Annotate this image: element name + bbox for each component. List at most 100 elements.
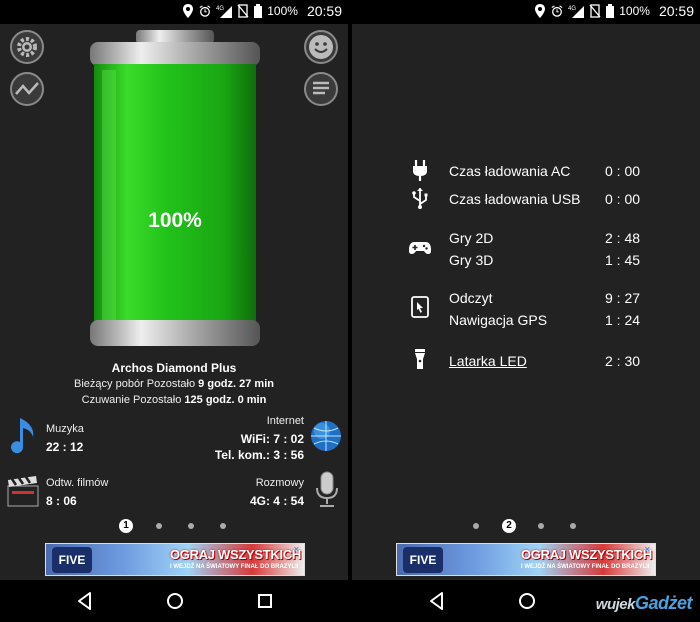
face-button[interactable] [304, 30, 338, 64]
usb-icon [412, 188, 428, 209]
location-icon [183, 4, 194, 18]
video-label: Odtw. filmów [46, 477, 109, 489]
battery-percent-status: 100% [267, 4, 298, 18]
standby-label: Czuwanie Pozostało [81, 394, 182, 406]
ac-charging-value: 0 : 00 [605, 163, 641, 179]
ad-close-icon[interactable]: ✕ [293, 545, 302, 554]
location-icon [535, 4, 546, 18]
gear-icon [17, 37, 37, 57]
music-value: 22 : 12 [46, 440, 84, 454]
watermark-logo: wujekGadżet [595, 593, 693, 614]
music-label: Muzyka [46, 423, 84, 435]
battery-screen-page-1: 4G 100% 20:59 100% Archos Diamond Plus B… [0, 0, 348, 622]
page-dot-3[interactable] [538, 523, 544, 529]
games-3d-value: 1 : 45 [605, 252, 641, 268]
flashlight-value: 2 : 30 [605, 353, 641, 369]
network-type-label: 4G [216, 6, 224, 12]
calls-label: Rozmowy [255, 477, 304, 489]
home-icon[interactable] [164, 590, 186, 612]
standby-value: 125 godz. 0 min [184, 394, 267, 406]
alarm-icon [199, 5, 211, 17]
battery-status-icon [254, 4, 263, 18]
current-usage-label: Bieżący pobór Pozostało [74, 378, 196, 390]
battery-screen-page-2: 4G 100% 20:59 Czas ładowania AC 0 : 00 C… [352, 0, 700, 622]
line-chart-icon [15, 82, 39, 95]
settings-button[interactable] [10, 30, 44, 64]
flashlight-icon [415, 349, 425, 369]
usb-charging-label: Czas ładowania USB [449, 191, 581, 207]
back-icon[interactable] [426, 590, 448, 612]
ac-charging-label: Czas ładowania AC [449, 163, 571, 179]
clapperboard-icon [7, 476, 39, 507]
usb-charging-value: 0 : 00 [605, 191, 641, 207]
calls-stat: Rozmowy 4G: 4 : 54 [250, 477, 304, 508]
battery-percent-status: 100% [619, 4, 650, 18]
network-type-label: 4G [568, 6, 576, 12]
alarm-icon [551, 5, 563, 17]
reader-icon [411, 296, 429, 318]
battery-graphic: 100% [90, 30, 260, 346]
games-3d-label: Gry 3D [449, 252, 494, 268]
current-usage-line: Bieżący pobór Pozostało 9 godz. 27 min [0, 378, 348, 390]
microphone-icon [316, 471, 338, 507]
page-dot-4[interactable] [220, 523, 226, 529]
device-name: Archos Diamond Plus [111, 361, 237, 375]
no-sim-icon [589, 4, 601, 18]
current-usage-value: 9 godz. 27 min [198, 378, 274, 390]
video-stat: Odtw. filmów 8 : 06 [46, 477, 108, 508]
graph-button[interactable] [10, 72, 44, 106]
internet-stat: Internet WiFi: 7 : 02 Tel. kom.: 3 : 56 [215, 415, 304, 462]
flashlight-link[interactable]: Latarka LED [449, 353, 527, 369]
details-button[interactable] [304, 72, 338, 106]
globe-icon [311, 421, 341, 451]
battery-status-icon [606, 4, 615, 18]
navigation-bar-2: wujekGadżet [352, 580, 700, 622]
music-note-icon [11, 418, 34, 454]
ad-banner[interactable]: FIVE OGRAJ WSZYSTKICH NA PAKER I WEJDŹ N… [45, 543, 305, 576]
calls-value: 4G: 4 : 54 [249, 494, 304, 508]
ad-close-icon[interactable]: ✕ [644, 545, 653, 554]
mobile-value: Tel. kom.: 3 : 56 [214, 448, 304, 462]
recents-icon[interactable] [254, 590, 276, 612]
ad-logo: FIVE [52, 547, 92, 573]
clock: 20:59 [306, 3, 342, 19]
ad-logo: FIVE [403, 547, 443, 573]
page-dot-1[interactable]: 1 [119, 519, 133, 533]
wifi-value: WiFi: 7 : 02 [240, 432, 304, 446]
reading-label: Odczyt [449, 290, 493, 306]
navigation-bar [0, 580, 348, 622]
ad-headline: OGRAJ WSZYSTKICH NA PAKER [521, 547, 655, 562]
ad-subline: I WEJDŹ NA ŚWIATOWY FINAŁ DO BRAZYLII [521, 564, 650, 570]
gps-label: Nawigacja GPS [449, 312, 548, 328]
ad-subline: I WEJDŹ NA ŚWIATOWY FINAŁ DO BRAZYLII [170, 564, 299, 570]
gps-value: 1 : 24 [605, 312, 641, 328]
reading-value: 9 : 27 [605, 290, 641, 306]
plug-icon [413, 160, 427, 181]
page-indicator: 1 [0, 519, 348, 533]
back-icon[interactable] [74, 590, 96, 612]
page-dot-1[interactable] [473, 523, 479, 529]
page-dot-2[interactable]: 2 [502, 519, 516, 533]
status-bar: 4G 100% 20:59 [0, 0, 348, 24]
video-value: 8 : 06 [46, 494, 77, 508]
clock: 20:59 [658, 3, 694, 19]
standby-line: Czuwanie Pozostało 125 godz. 0 min [0, 394, 348, 406]
battery-percent-label: 100% [148, 209, 202, 232]
smiley-icon [309, 35, 333, 59]
ad-banner-2[interactable]: FIVE OGRAJ WSZYSTKICH NA PAKER I WEJDŹ N… [396, 543, 656, 576]
games-2d-label: Gry 2D [449, 230, 494, 246]
home-icon[interactable] [516, 590, 538, 612]
signal-icon: 4G [568, 6, 585, 18]
watermark-part2: Gadżet [634, 593, 693, 613]
signal-icon: 4G [216, 6, 233, 18]
page-dot-4[interactable] [570, 523, 576, 529]
no-sim-icon [237, 4, 249, 18]
page-dot-3[interactable] [188, 523, 194, 529]
status-bar-2: 4G 100% 20:59 [352, 0, 700, 24]
music-stat: Muzyka 22 : 12 [46, 423, 84, 454]
page-indicator-2: 2 [352, 519, 700, 533]
page-dot-2[interactable] [156, 523, 162, 529]
watermark-part1: wujek [595, 596, 636, 613]
games-2d-value: 2 : 48 [605, 230, 641, 246]
internet-label: Internet [266, 415, 304, 427]
